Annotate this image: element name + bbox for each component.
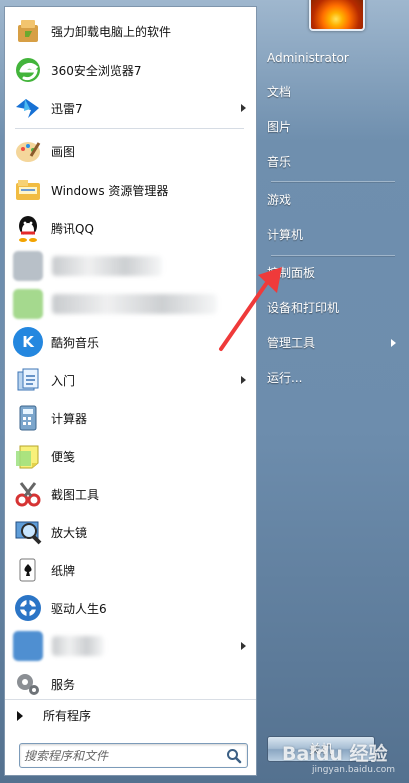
right-item-label: 图片: [267, 120, 292, 134]
run-link[interactable]: 运行...: [267, 362, 399, 394]
right-item-label: 运行...: [267, 371, 303, 385]
blurred-app-icon: [13, 251, 43, 281]
right-item-label: 设备和打印机: [267, 301, 340, 315]
places-separator: [271, 181, 395, 182]
program-item-uninstaller[interactable]: 强力卸载电脑上的软件: [5, 13, 256, 49]
driver-life-icon: [13, 593, 43, 623]
right-item-label: 控制面板: [267, 266, 316, 280]
program-label-magnifier: 放大镜: [51, 525, 88, 540]
program-item-sticky-notes[interactable]: 便笺: [5, 438, 256, 474]
pinned-recent-separator: [15, 128, 244, 129]
search-icon[interactable]: [226, 748, 242, 764]
devices-and-printers-link[interactable]: 设备和打印机: [267, 292, 399, 324]
administrative-tools-link[interactable]: 管理工具: [267, 327, 399, 359]
program-item-windows-explorer[interactable]: Windows 资源管理器: [5, 172, 256, 208]
sticky-notes-icon: [13, 441, 43, 471]
system-separator: [271, 255, 395, 256]
user-avatar[interactable]: [309, 0, 365, 31]
program-label-snipping-tool: 截图工具: [51, 487, 100, 502]
program-item-driver-life[interactable]: 驱动人生6: [5, 590, 256, 626]
right-item-label: 计算机: [267, 228, 304, 242]
qq-icon: [13, 213, 43, 243]
program-item-services[interactable]: 服务: [5, 666, 256, 702]
calculator-icon: [13, 403, 43, 433]
program-label-services: 服务: [51, 677, 76, 692]
program-item-paint[interactable]: 画图: [5, 133, 256, 169]
right-item-label: 音乐: [267, 155, 292, 169]
program-label-calculator: 计算器: [51, 411, 88, 426]
games-link[interactable]: 游戏: [267, 184, 399, 216]
program-item-solitaire[interactable]: 纸牌: [5, 552, 256, 588]
blurred-program-label: [52, 294, 217, 314]
program-label-360-browser: 360安全浏览器7: [51, 63, 142, 78]
search-input[interactable]: [24, 747, 220, 764]
windows-start-menu: 强力卸载电脑上的软件 360安全浏览器7 迅雷7 画图 Windows 资源管理…: [0, 0, 409, 783]
user-administrator-link[interactable]: Administrator: [267, 42, 399, 74]
submenu-arrow-icon: [241, 104, 246, 112]
program-label-windows-explorer: Windows 资源管理器: [51, 183, 169, 198]
program-label-qq: 腾讯QQ: [51, 221, 94, 236]
magnifier-icon: [13, 517, 43, 547]
program-item-snipping-tool[interactable]: 截图工具: [5, 476, 256, 512]
getting-started-icon: [13, 365, 43, 395]
program-item-kugou[interactable]: K 酷狗音乐: [5, 324, 256, 360]
program-item-calculator[interactable]: 计算器: [5, 400, 256, 436]
program-item-thunder[interactable]: 迅雷7: [5, 90, 256, 126]
program-item-getting-started[interactable]: 入门: [5, 362, 256, 398]
services-icon: [13, 669, 43, 699]
program-label-thunder: 迅雷7: [51, 101, 83, 116]
submenu-arrow-icon: [241, 642, 246, 650]
blurred-program-label: [52, 636, 104, 656]
music-link[interactable]: 音乐: [267, 146, 399, 178]
program-label-driver-life: 驱动人生6: [51, 601, 107, 616]
program-label-sticky-notes: 便笺: [51, 449, 76, 464]
kugou-music-icon: K: [13, 327, 43, 357]
program-item-blurred-3[interactable]: [5, 628, 256, 664]
pictures-link[interactable]: 图片: [267, 111, 399, 143]
uninstaller-icon: [13, 16, 43, 46]
start-menu-program-pane: 强力卸载电脑上的软件 360安全浏览器7 迅雷7 画图 Windows 资源管理…: [4, 6, 257, 776]
program-label-kugou: 酷狗音乐: [51, 335, 100, 350]
control-panel-link[interactable]: 控制面板: [267, 257, 399, 289]
all-programs-button[interactable]: 所有程序: [5, 699, 256, 731]
program-label-uninstaller: 强力卸载电脑上的软件: [51, 24, 172, 39]
thunder-download-icon: [13, 93, 43, 123]
blurred-app-icon-3: [13, 631, 43, 661]
documents-link[interactable]: 文档: [267, 76, 399, 108]
program-label-paint: 画图: [51, 144, 76, 159]
solitaire-icon: [13, 555, 43, 585]
right-item-label: 游戏: [267, 193, 292, 207]
file-explorer-icon: [13, 175, 43, 205]
start-menu-places-pane: Administrator 文档 图片 音乐 游戏 计算机 控制面板 设备和打印…: [257, 0, 409, 783]
computer-link[interactable]: 计算机: [267, 219, 399, 251]
right-item-label: 文档: [267, 85, 292, 99]
start-search-box[interactable]: [19, 743, 248, 768]
program-label-getting-started: 入门: [51, 373, 76, 388]
all-programs-arrow-icon: [17, 710, 23, 721]
submenu-arrow-icon: [391, 339, 396, 347]
blurred-app-icon-2: [13, 289, 43, 319]
program-item-blurred-2[interactable]: [5, 286, 256, 322]
program-item-magnifier[interactable]: 放大镜: [5, 514, 256, 550]
paint-icon: [13, 136, 43, 166]
browser-360-icon: [13, 55, 43, 85]
program-item-qq[interactable]: 腾讯QQ: [5, 210, 256, 246]
baidu-jingyan-watermark: Baidu 经验: [282, 743, 388, 765]
program-label-solitaire: 纸牌: [51, 563, 76, 578]
program-list: 强力卸载电脑上的软件 360安全浏览器7 迅雷7 画图 Windows 资源管理…: [5, 7, 256, 697]
right-item-label: 管理工具: [267, 336, 316, 350]
blurred-program-label: [52, 256, 162, 276]
program-item-blurred-1[interactable]: [5, 248, 256, 284]
all-programs-label: 所有程序: [43, 709, 92, 723]
program-item-360-browser[interactable]: 360安全浏览器7: [5, 52, 256, 88]
right-item-label: Administrator: [267, 51, 349, 65]
submenu-arrow-icon: [241, 376, 246, 384]
snipping-tool-icon: [13, 479, 43, 509]
baidu-jingyan-url: jingyan.baidu.com: [312, 765, 396, 775]
